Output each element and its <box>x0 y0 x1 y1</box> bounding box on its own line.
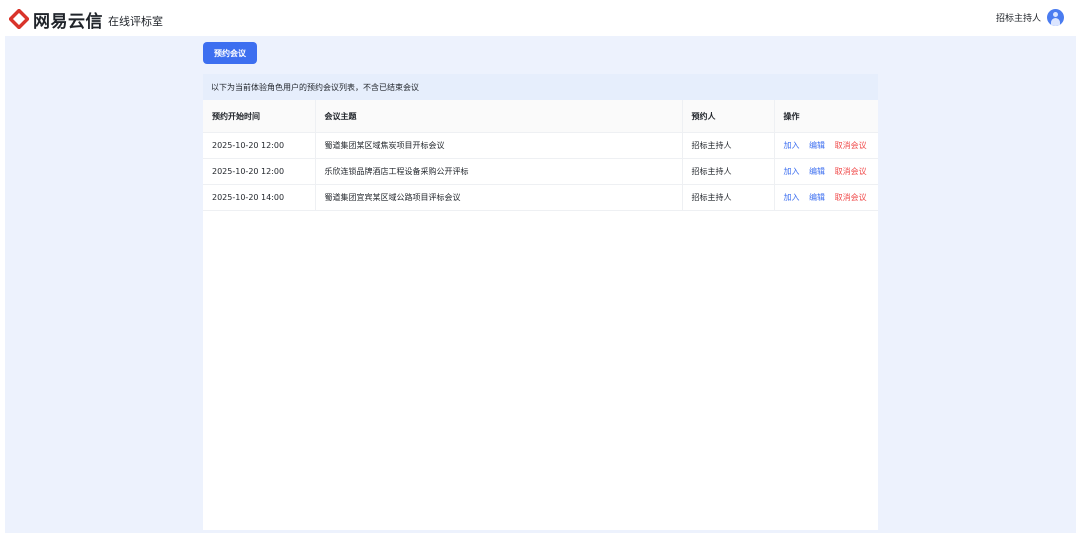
table-row: 2025-10-20 12:00 蜀道集团某区域焦炭项目开标会议 招标主持人 加… <box>203 132 878 159</box>
user-name: 招标主持人 <box>995 14 1041 24</box>
cancel-meeting-link[interactable]: 取消会议 <box>835 167 867 176</box>
user-avatar-icon[interactable] <box>1047 9 1064 26</box>
user-menu[interactable]: 招标主持人 <box>996 9 1064 26</box>
brand-name: 网易云信 <box>33 11 103 32</box>
meeting-table: 预约开始时间 会议主题 预约人 操作 2025-10-20 12:00 蜀道集团… <box>203 100 878 211</box>
meeting-list-panel: 以下为当前体验角色用户的预约会议列表，不含已结束会议 预约开始时间 会议主题 预… <box>203 74 878 530</box>
cell-booker: 招标主持人 <box>682 184 775 211</box>
cell-actions: 加入 编辑 取消会议 <box>774 184 878 211</box>
book-meeting-button[interactable]: 预约会议 <box>203 42 257 64</box>
cell-topic: 蜀道集团某区域焦炭项目开标会议 <box>315 132 683 159</box>
cancel-meeting-link[interactable]: 取消会议 <box>835 141 867 150</box>
cell-topic: 乐欣连锁品牌酒店工程设备采购公开评标 <box>315 158 683 185</box>
cell-actions: 加入 编辑 取消会议 <box>774 158 878 185</box>
table-header-row: 预约开始时间 会议主题 预约人 操作 <box>203 100 878 133</box>
top-bar: 网易云信 在线评标室 招标主持人 <box>0 0 1080 36</box>
join-link[interactable]: 加入 <box>784 193 800 202</box>
cell-booker: 招标主持人 <box>682 158 775 185</box>
cell-start-time: 2025-10-20 14:00 <box>203 184 316 211</box>
avatar-head <box>1053 12 1058 17</box>
cell-start-time: 2025-10-20 12:00 <box>203 132 316 159</box>
notice-banner: 以下为当前体验角色用户的预约会议列表，不含已结束会议 <box>203 74 878 100</box>
join-link[interactable]: 加入 <box>784 167 800 176</box>
edit-link[interactable]: 编辑 <box>809 193 825 202</box>
header-actions: 操作 <box>774 100 878 133</box>
cell-topic: 蜀道集团宜宾某区域公路项目评标会议 <box>315 184 683 211</box>
edit-link[interactable]: 编辑 <box>809 167 825 176</box>
avatar-body <box>1051 18 1060 26</box>
brand[interactable]: 网易云信 在线评标室 <box>9 8 163 32</box>
cancel-meeting-link[interactable]: 取消会议 <box>835 193 867 202</box>
cell-actions: 加入 编辑 取消会议 <box>774 132 878 159</box>
edit-link[interactable]: 编辑 <box>809 141 825 150</box>
brand-subtitle: 在线评标室 <box>108 14 163 28</box>
join-link[interactable]: 加入 <box>784 141 800 150</box>
table-row: 2025-10-20 12:00 乐欣连锁品牌酒店工程设备采购公开评标 招标主持… <box>203 158 878 185</box>
table-row: 2025-10-20 14:00 蜀道集团宜宾某区域公路项目评标会议 招标主持人… <box>203 184 878 211</box>
cell-start-time: 2025-10-20 12:00 <box>203 158 316 185</box>
cell-booker: 招标主持人 <box>682 132 775 159</box>
netease-yunxin-logo-icon <box>9 9 29 29</box>
header-topic: 会议主题 <box>315 100 683 133</box>
header-start-time: 预约开始时间 <box>203 100 316 133</box>
header-booker: 预约人 <box>682 100 775 133</box>
